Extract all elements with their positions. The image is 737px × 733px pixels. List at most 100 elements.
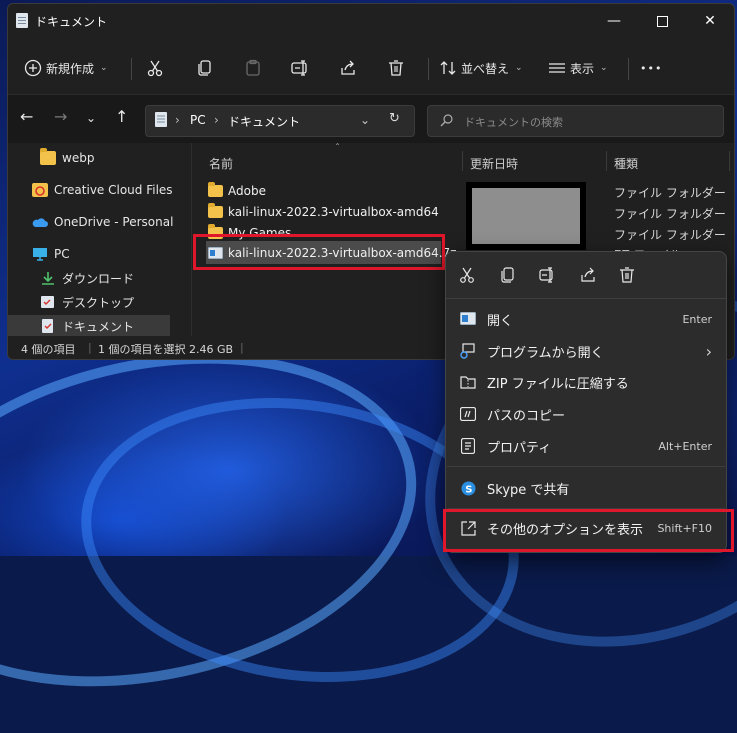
- file-type: ファイル フォルダー: [614, 186, 726, 200]
- breadcrumb-pc[interactable]: PC: [190, 113, 206, 127]
- cut-button[interactable]: [459, 267, 475, 283]
- scissors-icon: [147, 60, 163, 77]
- copy-button[interactable]: [500, 267, 516, 283]
- status-divider: |: [88, 341, 92, 354]
- cut-button[interactable]: [146, 44, 164, 92]
- highlight-box-more-options: [443, 509, 734, 552]
- menu-item-open[interactable]: 開く Enter: [446, 304, 726, 334]
- up-arrow-icon[interactable]: ↑: [115, 107, 128, 126]
- minimize-button[interactable]: —: [590, 4, 638, 38]
- menu-item-properties[interactable]: プロパティ Alt+Enter: [446, 431, 726, 461]
- delete-button[interactable]: [619, 267, 635, 283]
- rename-icon: [539, 267, 553, 283]
- paste-button[interactable]: [244, 44, 262, 92]
- file-row-adobe[interactable]: Adobe: [208, 180, 266, 201]
- folder-icon: [208, 202, 223, 218]
- sort-button[interactable]: 並べ替え ⌄: [439, 44, 523, 92]
- copy-icon: [198, 60, 211, 76]
- sidebar-item-label: ダウンロード: [62, 271, 135, 286]
- refresh-icon[interactable]: ↻: [389, 111, 400, 126]
- divider: [428, 58, 429, 80]
- sidebar-item-label: OneDrive - Personal: [54, 215, 174, 229]
- more-options-button[interactable]: •••: [640, 44, 662, 92]
- maximize-button[interactable]: [638, 4, 686, 38]
- sidebar-item-label: ドキュメント: [62, 319, 135, 334]
- rename-button[interactable]: [539, 267, 555, 283]
- share-button[interactable]: [339, 44, 357, 92]
- sidebar-item-webp[interactable]: webp: [40, 147, 94, 169]
- address-bar[interactable]: › PC › ドキュメント ⌄ ↻: [145, 105, 415, 137]
- sidebar-item-label: Creative Cloud Files: [54, 183, 173, 197]
- copy-button[interactable]: [196, 44, 214, 92]
- sidebar-item-onedrive[interactable]: OneDrive - Personal: [32, 211, 173, 233]
- menu-item-shortcut: Enter: [682, 312, 712, 326]
- plus-circle-icon: [24, 59, 42, 77]
- search-input[interactable]: ドキュメントの検索: [464, 114, 563, 130]
- column-header-name[interactable]: 名前: [209, 155, 233, 172]
- zip-folder-icon: [460, 374, 476, 390]
- sort-label: 並べ替え: [461, 61, 510, 76]
- navigation-pane: webp Creative Cloud Files OneDrive - Per…: [8, 143, 188, 337]
- menu-item-label: プログラムから開く: [487, 345, 604, 361]
- file-type: ファイル フォルダー: [614, 207, 726, 221]
- chevron-down-icon: ⌄: [600, 63, 608, 73]
- forward-arrow-icon[interactable]: →: [54, 107, 67, 126]
- sidebar-item-desktop[interactable]: デスクトップ: [40, 291, 134, 313]
- delete-button[interactable]: [387, 44, 405, 92]
- new-label: 新規作成: [46, 61, 95, 76]
- sidebar-item-downloads[interactable]: ダウンロード: [40, 267, 134, 289]
- column-header-modified[interactable]: 更新日時: [470, 155, 518, 172]
- sidebar-item-label: デスクトップ: [62, 295, 135, 310]
- redacted-dates-block: [466, 182, 586, 250]
- search-icon: [440, 114, 453, 127]
- sidebar-item-label: webp: [62, 151, 95, 165]
- svg-text:S: S: [465, 484, 472, 495]
- breadcrumb-documents[interactable]: ドキュメント: [228, 113, 300, 130]
- back-arrow-icon[interactable]: ←: [20, 107, 33, 126]
- file-row-kali-folder[interactable]: kali-linux-2022.3-virtualbox-amd64: [208, 201, 439, 222]
- menu-item-skype-share[interactable]: S Skype で共有: [446, 473, 726, 503]
- document-icon: [40, 319, 56, 333]
- menu-item-label: ZIP ファイルに圧縮する: [487, 376, 629, 392]
- open-file-icon: [460, 311, 476, 327]
- rename-button[interactable]: [291, 44, 309, 92]
- skype-icon: S: [460, 480, 476, 496]
- copy-path-icon: [460, 406, 476, 422]
- menu-item-shortcut: Alt+Enter: [658, 439, 712, 453]
- trash-icon: [389, 60, 403, 76]
- title-bar[interactable]: ドキュメント — ✕: [8, 4, 734, 38]
- column-divider: [606, 151, 607, 171]
- breadcrumb-separator: ›: [214, 113, 219, 127]
- menu-item-copy-path[interactable]: パスのコピー: [446, 399, 726, 429]
- context-menu: 開く Enter プログラムから開く › ZIP ファイルに圧縮する パスのコピ…: [445, 251, 727, 553]
- sidebar-item-documents[interactable]: ドキュメント: [8, 315, 170, 337]
- recent-chevron-icon[interactable]: ⌄: [86, 111, 96, 125]
- cloud-icon: [32, 215, 48, 229]
- download-icon: [40, 271, 56, 285]
- trash-icon: [620, 267, 634, 283]
- folder-path-icon: [155, 112, 167, 127]
- share-button[interactable]: [580, 267, 596, 283]
- column-header-type[interactable]: 種類: [614, 155, 638, 172]
- sidebar-item-label: PC: [54, 247, 70, 261]
- close-icon: ✕: [704, 13, 716, 29]
- sidebar-item-pc[interactable]: PC: [32, 243, 70, 265]
- chevron-down-icon: ⌄: [515, 63, 523, 73]
- divider: [131, 58, 132, 80]
- ellipsis-icon: •••: [640, 61, 663, 75]
- properties-icon: [460, 438, 476, 454]
- chevron-down-icon[interactable]: ⌄: [360, 113, 370, 127]
- menu-item-zip[interactable]: ZIP ファイルに圧縮する: [446, 367, 726, 397]
- menu-item-open-with[interactable]: プログラムから開く ›: [446, 336, 726, 366]
- view-button[interactable]: 表示 ⌄: [548, 44, 608, 92]
- minimize-icon: —: [607, 13, 621, 29]
- menu-item-label: Skype で共有: [487, 482, 570, 498]
- new-button[interactable]: 新規作成 ⌄: [24, 44, 108, 92]
- menu-divider: [447, 466, 725, 467]
- sidebar-item-creative-cloud[interactable]: Creative Cloud Files: [32, 179, 173, 201]
- folder-icon: [208, 181, 223, 197]
- search-box[interactable]: ドキュメントの検索: [427, 105, 724, 137]
- context-quick-actions: [446, 252, 726, 299]
- close-button[interactable]: ✕: [686, 4, 734, 38]
- item-count: 4 個の項目: [21, 343, 76, 356]
